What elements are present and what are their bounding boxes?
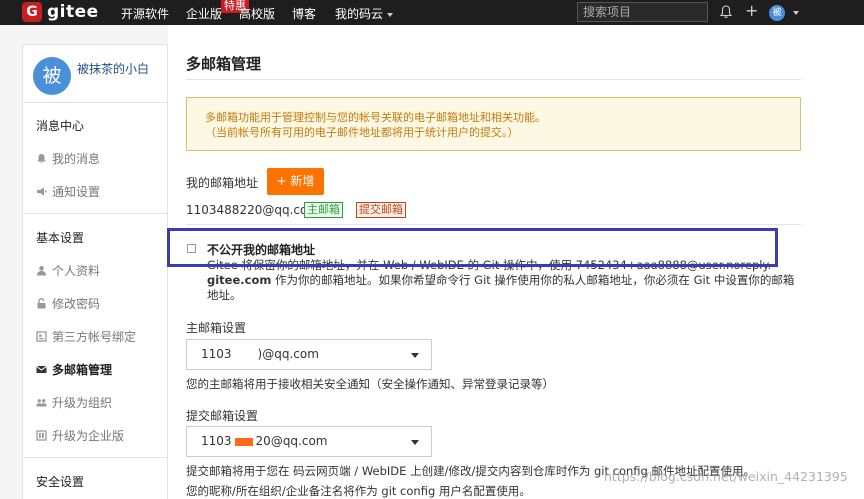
primary-email-select[interactable]: 1103 )@qq.com xyxy=(186,339,432,370)
nav-my-code-cloud[interactable]: 我的码云 xyxy=(335,5,394,22)
notice-line-1: 多邮箱功能用于管理控制与您的帐号关联的电子邮箱地址和相关功能。 xyxy=(205,111,546,124)
commit-email-help-2: 您的昵称/所在组织/企业备注名将作为 git config 用户名配置使用。 xyxy=(186,484,531,498)
settings-sidebar: 被 被抹茶的小白 消息中心 我的消息 通知设置 基本设置 个人资料 修改密码 第… xyxy=(22,44,168,499)
commit-select-suffix: 20@qq.com xyxy=(255,434,328,448)
sidebar-item-label: 修改密码 xyxy=(52,297,101,311)
sidebar-profile: 被 被抹茶的小白 xyxy=(23,45,167,103)
nav-blog[interactable]: 博客 xyxy=(292,5,316,22)
sidebar-item-third-party[interactable]: 第三方帐号绑定 xyxy=(36,328,136,345)
email-list-divider xyxy=(186,224,801,225)
info-notice: 多邮箱功能用于管理控制与您的帐号关联的电子邮箱地址和相关功能。 （当前帐号所有可… xyxy=(186,97,801,151)
unlock-icon xyxy=(37,298,46,309)
email-address: 1103488220@qq.com xyxy=(186,203,320,217)
main-content: 多邮箱管理 多邮箱功能用于管理控制与您的帐号关联的电子邮箱地址和相关功能。 （当… xyxy=(167,25,864,499)
notice-line-2: （当前帐号所有可用的电子邮件地址都将用于统计用户的提交。） xyxy=(205,126,519,139)
primary-select-suffix: )@qq.com xyxy=(257,347,319,361)
sidebar-item-label: 通知设置 xyxy=(52,185,101,199)
private-desc-line-2-text: 作为你的邮箱地址。如果你希望命令行 Git 操作使用你的私人邮箱地址，你必须在 … xyxy=(271,273,795,287)
commit-email-setting-label: 提交邮箱设置 xyxy=(186,409,259,423)
user-icon xyxy=(37,266,46,276)
my-email-label: 我的邮箱地址 xyxy=(186,176,259,190)
avatar[interactable]: 被 xyxy=(33,57,71,95)
bell-icon[interactable] xyxy=(720,5,732,19)
chevron-down-icon xyxy=(387,12,394,17)
nav-my-code-cloud-label: 我的码云 xyxy=(335,7,384,21)
nav-open-source[interactable]: 开源软件 xyxy=(121,5,169,22)
search-input[interactable]: 搜索项目 xyxy=(577,2,708,22)
user-avatar[interactable]: 被 xyxy=(769,5,785,21)
sidebar-item-profile[interactable]: 个人资料 xyxy=(36,262,100,279)
add-email-button[interactable]: + 新增 xyxy=(267,168,324,195)
private-desc-line-2: gitee.com 作为你的邮箱地址。如果你希望命令行 Git 操作使用你的私人… xyxy=(207,273,802,288)
redacted-mark xyxy=(234,437,253,446)
nav-enterprise[interactable]: 企业版 xyxy=(186,5,222,22)
private-desc-line-3: 地址。 xyxy=(207,288,242,302)
commit-select-prefix: 1103 xyxy=(201,434,232,448)
bell-icon xyxy=(37,154,46,164)
sidebar-item-upgrade-enterprise[interactable]: 升级为企业版 xyxy=(36,427,124,444)
top-navbar: G gitee 开源软件 企业版 特惠 高校版 博客 我的码云 搜索项目 + 被 xyxy=(0,0,864,25)
sidebar-item-label: 多邮箱管理 xyxy=(52,363,113,377)
chevron-down-icon xyxy=(411,440,419,445)
primary-select-prefix: 1103 xyxy=(201,347,232,361)
sidebar-item-label: 我的消息 xyxy=(52,152,101,166)
sidebar-item-label: 个人资料 xyxy=(52,264,101,278)
sidebar-item-label: 第三方帐号绑定 xyxy=(52,330,137,344)
sidebar-item-upgrade-org[interactable]: 升级为组织 xyxy=(36,394,112,411)
gitee-logo-icon: G xyxy=(22,2,42,22)
sidebar-divider xyxy=(23,213,167,214)
primary-email-help: 您的主邮箱将用于接收相关安全通知（安全操作通知、异常登录记录等） xyxy=(186,377,554,391)
sidebar-item-label: 升级为企业版 xyxy=(52,429,125,443)
commit-email-badge: 提交邮箱 xyxy=(356,202,406,218)
users-icon xyxy=(36,399,47,407)
gitee-logo-text: gitee xyxy=(47,2,99,22)
sidebar-item-label: 升级为组织 xyxy=(52,396,113,410)
envelope-icon xyxy=(36,365,47,373)
username[interactable]: 被抹茶的小白 xyxy=(77,60,149,77)
watermark: https://blog.csdn.net/weixin_44231395 xyxy=(604,469,848,484)
section-basic: 基本设置 xyxy=(36,231,85,245)
sidebar-item-password[interactable]: 修改密码 xyxy=(36,295,100,312)
megaphone-icon xyxy=(37,187,47,196)
sidebar-item-my-messages[interactable]: 我的消息 xyxy=(36,150,100,167)
sidebar-divider xyxy=(23,457,167,458)
title-divider xyxy=(186,79,801,80)
gitee-logo[interactable]: G gitee xyxy=(22,2,99,22)
annotation-highlight-box xyxy=(167,228,778,267)
sidebar-item-multi-email[interactable]: 多邮箱管理 xyxy=(36,361,112,378)
nav-university[interactable]: 高校版 xyxy=(239,5,275,22)
sidebar-item-notify-settings[interactable]: 通知设置 xyxy=(36,183,100,200)
commit-email-select[interactable]: 1103 20@qq.com xyxy=(186,426,432,457)
private-desc-domain: gitee.com xyxy=(207,273,272,287)
primary-email-setting-label: 主邮箱设置 xyxy=(186,321,247,335)
primary-email-badge: 主邮箱 xyxy=(304,202,343,218)
enterprise-icon xyxy=(36,430,47,441)
section-security: 安全设置 xyxy=(36,475,85,489)
page-title: 多邮箱管理 xyxy=(186,55,262,73)
plus-icon[interactable]: + xyxy=(745,3,758,19)
chevron-down-icon xyxy=(411,353,419,358)
account-binding-icon xyxy=(36,331,47,342)
section-messages: 消息中心 xyxy=(36,119,85,133)
avatar-chevron-down-icon[interactable] xyxy=(793,11,799,15)
